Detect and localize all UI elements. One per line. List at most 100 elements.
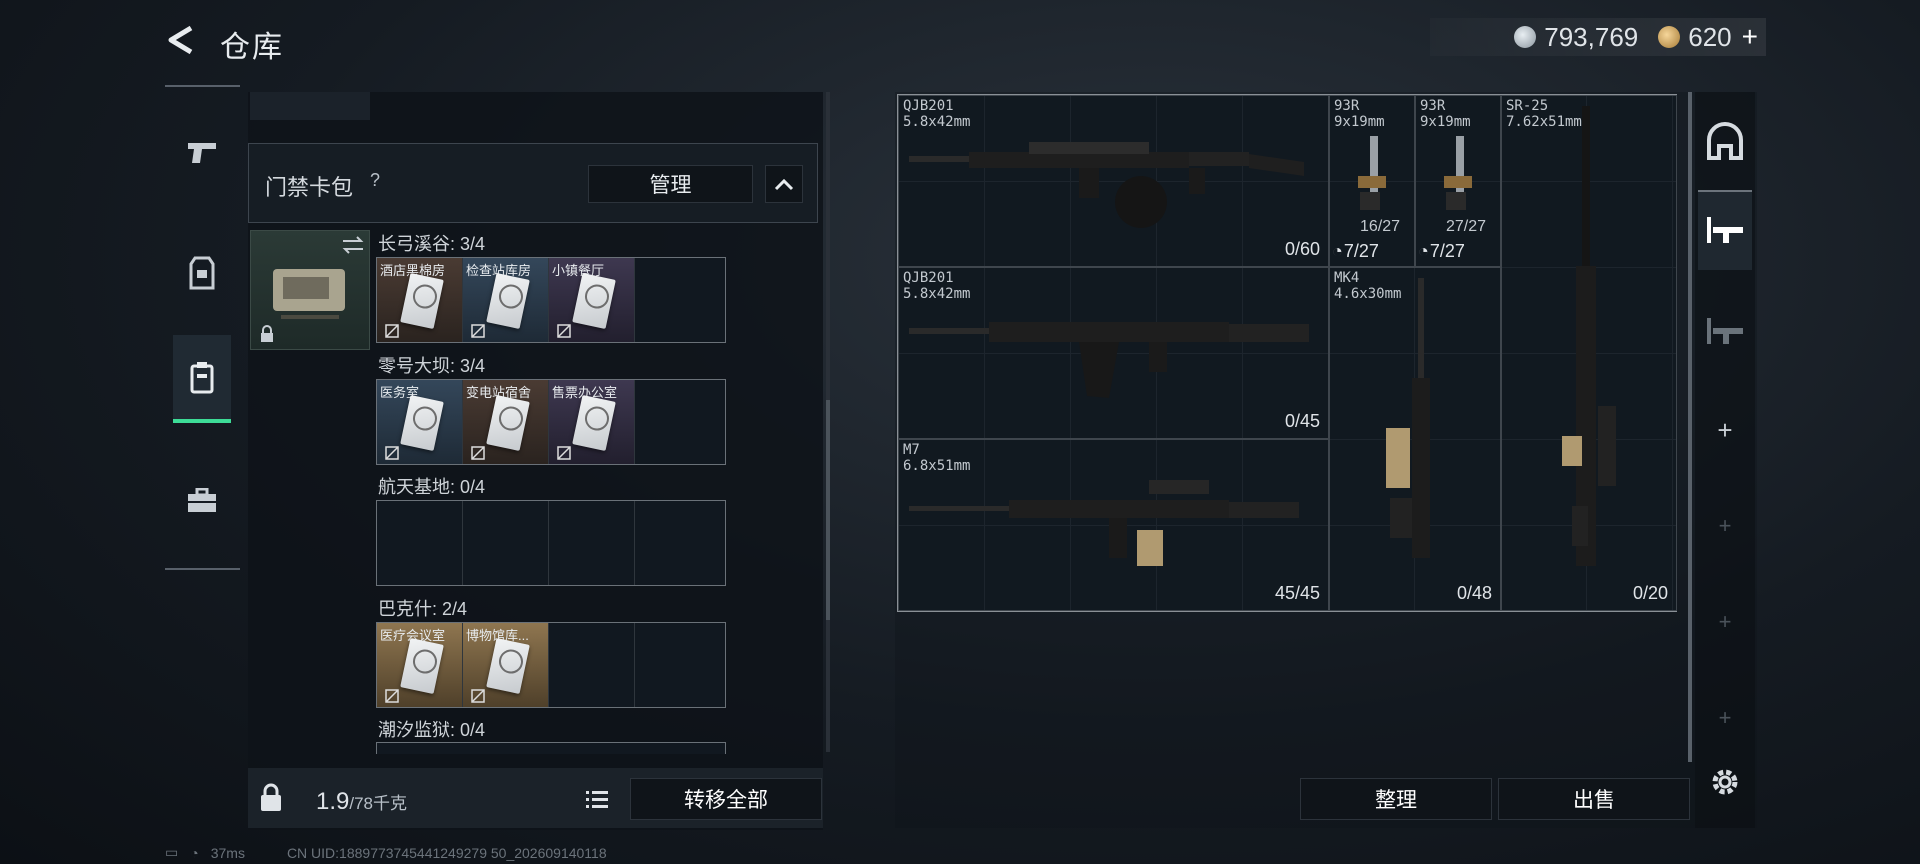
empty-slot[interactable] bbox=[635, 258, 721, 342]
tab-keycards[interactable] bbox=[173, 335, 231, 423]
weapon-timer: ◔ 7/27 bbox=[1418, 241, 1465, 261]
keycard-slot[interactable]: 变电站宿舍 bbox=[463, 380, 549, 464]
vest-icon bbox=[189, 256, 215, 290]
smg-icon bbox=[1386, 278, 1430, 558]
lock-icon bbox=[261, 783, 281, 811]
empty-slot[interactable] bbox=[463, 501, 549, 585]
lock-icon bbox=[261, 325, 273, 342]
back-arrow-icon[interactable] bbox=[163, 22, 199, 58]
area-grid-dam: 医务室 变电站宿舍 售票办公室 bbox=[376, 379, 726, 465]
rifle-rack-icon bbox=[1707, 217, 1743, 243]
silver-amount: 793,769 bbox=[1544, 21, 1639, 52]
tab-weapons[interactable] bbox=[173, 117, 231, 189]
plus-icon: + bbox=[1718, 705, 1732, 730]
collapse-button[interactable] bbox=[765, 165, 803, 203]
empty-slot[interactable] bbox=[635, 501, 721, 585]
empty-slot[interactable] bbox=[549, 623, 635, 707]
vault-icon bbox=[1707, 122, 1743, 160]
weapon-magazine: 16/27 bbox=[1360, 218, 1401, 235]
weight-max: /78千克 bbox=[349, 794, 408, 813]
sell-button[interactable]: 出售 bbox=[1498, 778, 1690, 820]
currency-bar: 793,769 620 + bbox=[1430, 18, 1766, 56]
keycard-pack-item[interactable] bbox=[250, 230, 370, 350]
silver-coin-icon bbox=[1514, 26, 1537, 48]
manage-button[interactable]: 管理 bbox=[588, 165, 753, 203]
pistol-icon bbox=[1358, 136, 1386, 210]
keycard-icon bbox=[572, 395, 616, 451]
plus-icon: + bbox=[1717, 414, 1733, 445]
battery-icon: ▭ bbox=[165, 844, 179, 860]
no-drop-icon bbox=[471, 689, 485, 703]
list-icon bbox=[586, 791, 608, 808]
weapon-ammo: 0/60 bbox=[1284, 239, 1320, 259]
weapon-label: 93R 9x19mm bbox=[1334, 98, 1385, 130]
weapon-sr25[interactable]: SR-25 7.62x51mm 0/20 bbox=[1501, 95, 1677, 611]
keycard-slot[interactable]: 小镇餐厅 bbox=[549, 258, 635, 342]
keycard-icon bbox=[400, 638, 444, 694]
weapon-ammo: 0/20 bbox=[1632, 583, 1668, 603]
rifle-icon bbox=[909, 322, 1309, 398]
add-tab-button-locked[interactable]: + bbox=[1698, 486, 1752, 566]
clock-icon: ◔ bbox=[1418, 241, 1429, 261]
right-scrollbar[interactable] bbox=[1688, 92, 1692, 762]
rifle-icon bbox=[1562, 106, 1616, 566]
no-drop-icon bbox=[385, 324, 399, 338]
weight-current: 1.9 bbox=[316, 788, 350, 815]
area-label: 零号大坝: 3/4 bbox=[378, 356, 486, 376]
keycard-icon bbox=[486, 273, 530, 329]
left-scroll-thumb[interactable] bbox=[826, 400, 830, 620]
weapon-93r-a[interactable]: 93R 9x19mm 16/27 ◔ 7/27 bbox=[1329, 95, 1415, 267]
gear-icon[interactable] bbox=[1703, 760, 1747, 804]
capacity-lock-button[interactable] bbox=[250, 772, 292, 824]
no-drop-icon bbox=[471, 324, 485, 338]
weapon-grid: QJB201 5.8x42mm 0/60 93R 9x19mm 16/27 ◔ 7/2… bbox=[897, 94, 1677, 612]
no-drop-icon bbox=[471, 446, 485, 460]
empty-slot[interactable] bbox=[377, 501, 463, 585]
weapon-qjb201-b[interactable]: QJB201 5.8x42mm 0/45 bbox=[898, 267, 1329, 439]
stash-tab-weapons[interactable] bbox=[1698, 190, 1752, 270]
tab-case[interactable] bbox=[173, 465, 231, 537]
no-drop-icon bbox=[385, 689, 399, 703]
stash-tab-weapons-2[interactable] bbox=[1698, 292, 1752, 372]
keycard-icon bbox=[400, 395, 444, 451]
no-drop-icon bbox=[557, 446, 571, 460]
weapon-ammo: 0/45 bbox=[1284, 411, 1320, 431]
keycard-slot[interactable]: 售票办公室 bbox=[549, 380, 635, 464]
empty-slot[interactable] bbox=[635, 623, 721, 707]
empty-slot[interactable] bbox=[635, 380, 721, 464]
keycard-slot[interactable]: 医务室 bbox=[377, 380, 463, 464]
uid-readout: CN UID:1889773745441249279 50_2026091401… bbox=[286, 844, 607, 861]
add-tab-button-locked[interactable]: + bbox=[1698, 582, 1752, 662]
list-view-button[interactable] bbox=[578, 780, 616, 818]
keycard-slot[interactable]: 博物馆库... bbox=[463, 623, 549, 707]
area-label: 巴克什: 2/4 bbox=[378, 599, 468, 619]
keycard-slot[interactable]: 检查站库房 bbox=[463, 258, 549, 342]
sort-button[interactable]: 整理 bbox=[1300, 778, 1492, 820]
weapon-timer: ◔ 7/27 bbox=[1332, 241, 1379, 261]
empty-slot[interactable] bbox=[549, 501, 635, 585]
tab-equipment[interactable] bbox=[173, 237, 231, 309]
keycard-slot[interactable]: 医疗会议室 bbox=[377, 623, 463, 707]
keycard-slot[interactable]: 酒店黑棉房 bbox=[377, 258, 463, 342]
clock-icon: ◔ bbox=[1332, 241, 1343, 261]
weapon-ammo: 0/48 bbox=[1456, 583, 1492, 603]
add-tab-button-locked[interactable]: + bbox=[1698, 678, 1752, 758]
gold-coin-icon bbox=[1658, 26, 1681, 48]
transfer-all-button[interactable]: 转移全部 bbox=[630, 778, 822, 820]
stash-tab-vault[interactable] bbox=[1698, 102, 1752, 182]
weapon-qjb201-a[interactable]: QJB201 5.8x42mm 0/60 bbox=[898, 95, 1329, 267]
help-icon[interactable]: ? bbox=[370, 170, 380, 191]
weapon-mk4[interactable]: MK4 4.6x30mm 0/48 bbox=[1329, 267, 1501, 611]
add-tab-button[interactable]: + bbox=[1698, 390, 1752, 470]
weapon-m7[interactable]: M7 6.8x51mm 45/45 bbox=[898, 439, 1329, 611]
add-currency-button[interactable]: + bbox=[1742, 21, 1758, 53]
rifle-rack-icon bbox=[1707, 318, 1743, 344]
lmg-icon bbox=[909, 142, 1304, 228]
weapon-label: 93R 9x19mm bbox=[1420, 98, 1471, 130]
pistol-icon bbox=[1444, 136, 1472, 210]
pistol-icon bbox=[188, 143, 216, 163]
weight-readout: 1.9/78千克 bbox=[316, 788, 407, 816]
briefcase-icon bbox=[188, 488, 216, 512]
weapon-93r-b[interactable]: 93R 9x19mm 27/27 ◔ 7/27 bbox=[1415, 95, 1501, 267]
left-category-rail bbox=[165, 85, 240, 570]
